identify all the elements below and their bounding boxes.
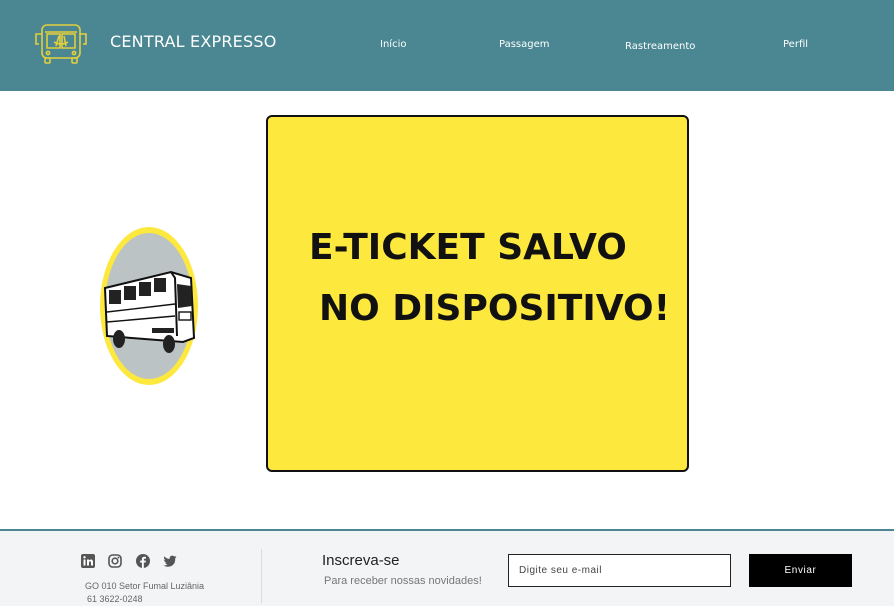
linkedin-icon[interactable] — [81, 554, 95, 568]
facebook-icon[interactable] — [136, 554, 150, 568]
bus-logo-icon[interactable] — [32, 22, 90, 66]
footer-divider — [261, 549, 262, 603]
bus-illustration-icon — [100, 227, 198, 385]
subscribe-title: Inscreva-se — [322, 552, 400, 569]
ticket-message-line-1: E-TICKET SALVO — [309, 227, 627, 268]
ticket-message-line-2: NO DISPOSITIVO! — [319, 288, 670, 329]
footer-address: GO 010 Setor Fumal Luziânia — [85, 581, 205, 591]
footer-phone: 61 3622-0248 — [87, 594, 143, 604]
instagram-icon[interactable] — [108, 554, 122, 568]
nav-passagem[interactable]: Passagem — [499, 39, 550, 50]
brand-name[interactable]: CENTRAL EXPRESSO — [110, 32, 277, 51]
header: CENTRAL EXPRESSO Início Passagem Rastrea… — [0, 0, 894, 91]
nav-rastreamento[interactable]: Rastreamento — [625, 41, 695, 52]
email-input[interactable] — [508, 554, 731, 587]
twitter-icon[interactable] — [163, 554, 177, 568]
send-button[interactable]: Enviar — [749, 554, 852, 587]
subscribe-text: Para receber nossas novidades! — [324, 575, 482, 587]
footer: GO 010 Setor Fumal Luziânia 61 3622-0248… — [0, 529, 894, 606]
main-content: E-TICKET SALVO NO DISPOSITIVO! — [0, 91, 894, 529]
nav-inicio[interactable]: Início — [380, 39, 406, 50]
eticket-saved-card: E-TICKET SALVO NO DISPOSITIVO! — [266, 115, 689, 472]
nav-perfil[interactable]: Perfil — [783, 39, 808, 50]
